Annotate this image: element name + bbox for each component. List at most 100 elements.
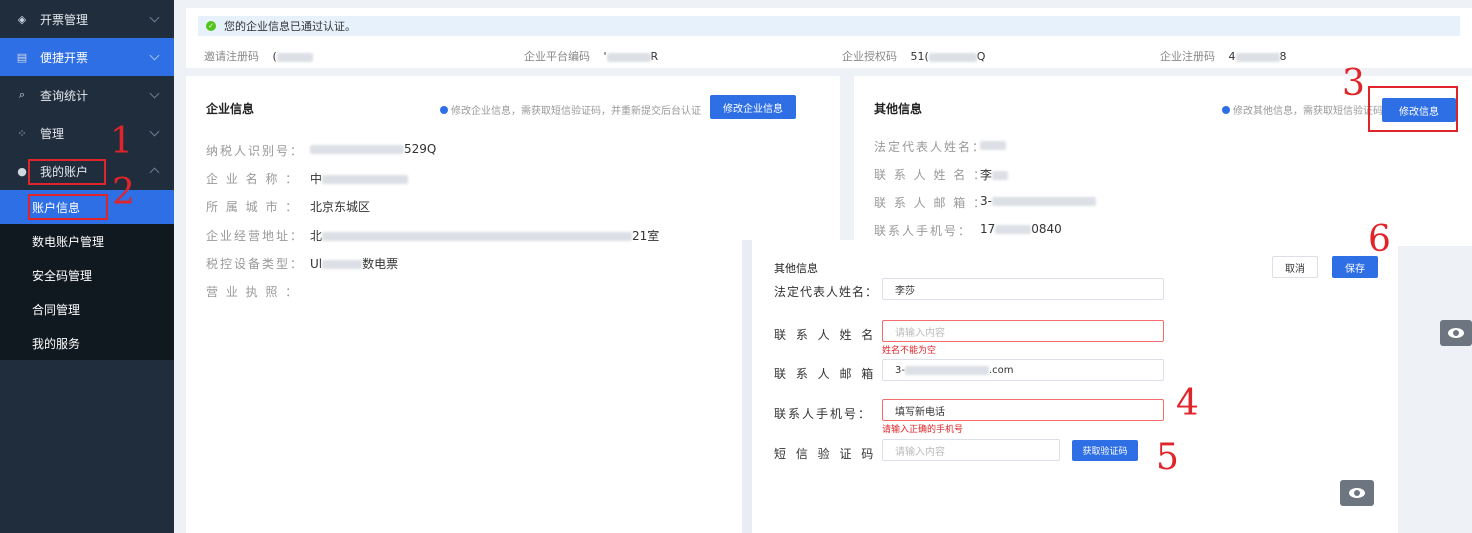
grid-icon: ⁘: [17, 126, 27, 140]
contact-email-input[interactable]: 3- .com: [882, 359, 1164, 381]
annotation-number-1: 1: [110, 121, 133, 162]
field-label: 企业经营地址：: [206, 229, 305, 243]
sidebar-subitem-label: 安全码管理: [32, 268, 93, 283]
auth-code-value: 51( Q: [911, 50, 986, 63]
blurred-value: [322, 175, 409, 184]
blurred-value: [904, 365, 989, 375]
verified-text: 您的企业信息已通过认证。: [224, 20, 356, 33]
floating-eye-button[interactable]: [1440, 320, 1472, 346]
sidebar-item-management[interactable]: ⁘ 管理: [0, 114, 174, 152]
edit-other-info-form: 其他信息 取消 保存 法定代表人姓名： 李莎 联 系 人 姓 名 ： 请输入内容…: [742, 240, 1398, 533]
legal-rep-input[interactable]: 李莎: [882, 278, 1164, 300]
invite-code-label: 邀请注册码: [204, 50, 259, 63]
sidebar-item-quick-invoice[interactable]: ▤ 便捷开票: [0, 38, 174, 76]
contact-name-value: 李: [980, 166, 1009, 183]
annotation-box-1: [28, 159, 106, 185]
address-value: 北 21室: [310, 227, 659, 244]
contact-name-error: 姓名不能为空: [882, 346, 937, 356]
other-info-title: 其他信息: [874, 102, 923, 116]
auth-code: 企业授权码 51(Q: [842, 48, 985, 64]
sidebar-item-query-stats[interactable]: ⌕ 查询统计: [0, 76, 174, 114]
city-value: 北京东城区: [310, 200, 371, 214]
field-label: 税控设备类型：: [206, 257, 305, 271]
tax-device-prefix: Ul: [310, 257, 323, 271]
sidebar-item-invoice-management[interactable]: ◈ 开票管理: [0, 0, 174, 38]
invite-code: 邀请注册码 (: [204, 48, 313, 64]
chevron-down-icon: [149, 12, 160, 23]
auth-code-suffix: Q: [976, 50, 986, 63]
tax-device-suffix: 数电票: [362, 257, 399, 271]
reg-code-prefix: 4: [1228, 50, 1236, 63]
blurred-value: [995, 225, 1032, 234]
contact-name-prefix: 李: [980, 168, 993, 182]
tax-device-value: Ul 数电票: [310, 255, 398, 272]
chevron-down-icon: [149, 50, 160, 61]
user-icon: ●: [17, 164, 27, 178]
sidebar-subitem-label: 合同管理: [32, 302, 81, 317]
contact-phone-suffix: 0840: [1031, 222, 1062, 236]
address-prefix: 北: [310, 229, 323, 243]
verified-banner: ✓ 您的企业信息已通过认证。: [198, 16, 1460, 36]
check-circle-icon: ✓: [206, 21, 216, 31]
form-label: 法定代表人姓名：: [774, 285, 879, 299]
chevron-up-icon: [149, 167, 160, 178]
company-name-value: 中: [310, 170, 409, 187]
blurred-value: [322, 232, 633, 241]
sidebar-item-label: 开票管理: [40, 12, 89, 27]
annotation-number-3: 3: [1342, 63, 1365, 104]
sidebar-subitem-label: 数电账户管理: [32, 234, 105, 249]
sidebar-subitem-contracts[interactable]: 合同管理: [0, 292, 174, 326]
sidebar-subitem-security-code[interactable]: 安全码管理: [0, 258, 174, 292]
edit-company-info-button[interactable]: 修改企业信息: [710, 95, 796, 119]
form-label: 联 系 人 邮 箱 ：: [774, 367, 899, 381]
field-label: 营 业 执 照 ：: [206, 285, 300, 299]
annotation-box-3: [1368, 86, 1458, 132]
form-title: 其他信息: [774, 262, 818, 275]
blurred-value: [1235, 52, 1280, 62]
blurred-value: [980, 141, 1006, 150]
contact-name-input[interactable]: 请输入内容: [882, 320, 1164, 342]
field-label: 联系人手机号：: [874, 224, 973, 238]
auth-code-prefix: 51(: [910, 50, 929, 63]
get-sms-code-button[interactable]: 获取验证码: [1072, 440, 1138, 461]
sidebar-item-label: 管理: [40, 126, 65, 141]
sms-code-input[interactable]: 请输入内容: [882, 439, 1060, 461]
chevron-down-icon: [149, 126, 160, 137]
diamond-icon: ◈: [17, 12, 27, 26]
cancel-button[interactable]: 取消: [1272, 256, 1318, 278]
sidebar-subitem-digital-account[interactable]: 数电账户管理: [0, 224, 174, 258]
field-label: 法定代表人姓名：: [874, 140, 987, 154]
field-label: 所 属 城 市 ：: [206, 200, 300, 214]
form-label: 联系人手机号：: [774, 407, 873, 421]
blurred-value: [991, 197, 1096, 206]
sidebar-subitem-label: 我的服务: [32, 336, 81, 351]
other-info-hint-text: 修改其他信息，需获取短信验证码: [1233, 106, 1383, 117]
eye-button[interactable]: [1340, 480, 1374, 506]
platform-code: 企业平台编码 ' R: [524, 48, 658, 64]
email-prefix: 3-: [895, 364, 905, 376]
field-label: 纳税人识别号：: [206, 144, 305, 158]
taxpayer-id-value: 529Q: [310, 142, 436, 156]
contact-email-value: 3-: [980, 194, 1096, 208]
contact-phone-input[interactable]: 填写新电话: [882, 399, 1164, 421]
blurred-value: [310, 145, 404, 154]
sidebar: ◈ 开票管理 ▤ 便捷开票 ⌕ 查询统计 ⁘ 管理 ● 我的账户 账户信息 数电…: [0, 0, 174, 533]
reg-code: 企业注册码 48: [1160, 48, 1287, 64]
company-info-hint: 修改企业信息，需获取短信验证码，并重新提交后台认证: [440, 102, 701, 117]
taxpayer-id-suffix: 529Q: [404, 142, 437, 156]
field-label: 联 系 人 邮 箱 ：: [874, 196, 988, 210]
sidebar-subitem-my-services[interactable]: 我的服务: [0, 326, 174, 360]
contact-phone-prefix: 17: [980, 222, 996, 236]
invite-code-value: (: [273, 50, 313, 63]
contact-email-prefix: 3-: [980, 194, 992, 208]
contact-phone-error: 请输入正确的手机号: [882, 425, 964, 435]
reg-code-suffix: 8: [1279, 50, 1287, 63]
other-info-hint: 修改其他信息，需获取短信验证码: [1222, 102, 1383, 117]
platform-code-suffix: R: [650, 50, 659, 63]
sidebar-item-label: 便捷开票: [40, 50, 89, 65]
company-info-hint-text: 修改企业信息，需获取短信验证码，并重新提交后台认证: [451, 106, 701, 117]
form-label: 联 系 人 姓 名 ：: [774, 328, 899, 342]
blurred-value: [928, 52, 977, 62]
document-icon: ▤: [16, 50, 28, 64]
field-label: 联 系 人 姓 名 ：: [874, 168, 988, 182]
